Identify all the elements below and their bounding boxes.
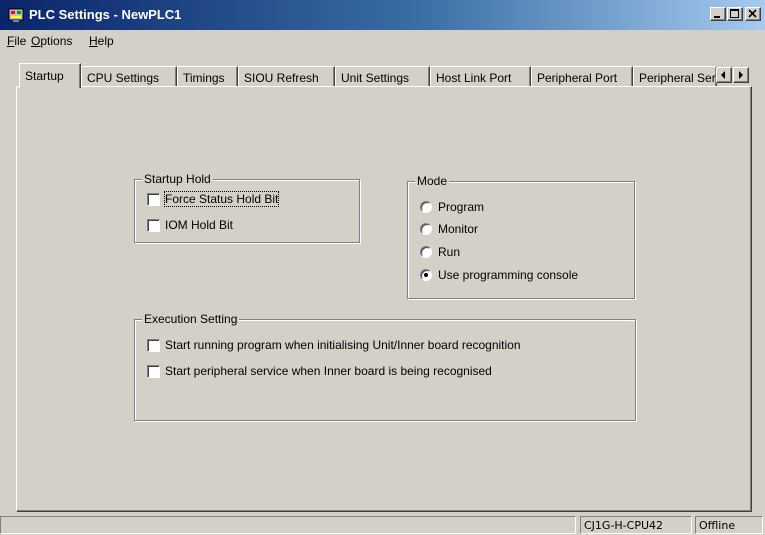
menu-file-label: ile: [14, 34, 27, 48]
radio-circle[interactable]: [420, 246, 432, 258]
tab-label: Host Link Port: [436, 71, 512, 85]
checkbox-box[interactable]: [147, 219, 160, 232]
minimize-icon: [714, 16, 720, 18]
device-type-status: CJ1G-H-CPU42: [580, 516, 692, 534]
radio-circle[interactable]: [420, 269, 432, 281]
tab-label: Peripheral Port: [537, 71, 618, 85]
tab-peripheral-service[interactable]: Peripheral Service: [633, 66, 717, 87]
arrow-right-icon: [739, 71, 743, 79]
window-title: PLC Settings - NewPLC1: [29, 7, 182, 22]
menu-options-mnemonic: O: [31, 34, 41, 48]
status-pane-message: [0, 516, 576, 534]
mode-program-label: Program: [438, 200, 485, 214]
tab-label: SIOU Refresh: [244, 71, 319, 85]
plc-settings-icon: [8, 8, 24, 22]
startup-hold-title: Startup Hold: [142, 172, 213, 186]
tab-label: CPU Settings: [87, 71, 160, 85]
menu-options[interactable]: Options: [31, 34, 72, 48]
mode-group: Mode Program Monitor Run Use programming…: [407, 174, 635, 299]
minimize-button[interactable]: [710, 7, 726, 21]
tab-label: Timings: [183, 71, 225, 85]
tab-timings[interactable]: Timings: [177, 66, 238, 87]
startup-tab-panel: [16, 86, 752, 512]
start-running-program-label: Start running program when initialising …: [165, 338, 521, 352]
menu-options-label: ptions: [40, 34, 73, 48]
close-button[interactable]: [745, 7, 761, 21]
menu-bar: File Options Help: [0, 30, 765, 52]
tab-label: Startup: [25, 69, 64, 83]
arrow-left-icon: [721, 71, 725, 79]
tab-cpu-settings[interactable]: CPU Settings: [81, 66, 177, 87]
tab-unit-settings[interactable]: Unit Settings: [335, 66, 430, 87]
checkbox-box[interactable]: [147, 193, 160, 206]
force-status-hold-bit-label: Force Status Hold Bit: [163, 191, 280, 207]
maximize-button[interactable]: [727, 7, 743, 21]
close-icon: [748, 9, 757, 18]
title-bar: PLC Settings - NewPLC1: [0, 0, 765, 30]
checkbox-box[interactable]: [147, 365, 160, 378]
tab-peripheral-port[interactable]: Peripheral Port: [531, 66, 633, 87]
menu-help[interactable]: Help: [89, 34, 114, 48]
checkbox-box[interactable]: [147, 339, 160, 352]
mode-title: Mode: [415, 174, 450, 188]
menu-file[interactable]: File: [7, 34, 26, 48]
mode-use-programming-console-label: Use programming console: [438, 268, 579, 282]
radio-circle[interactable]: [420, 201, 432, 213]
execution-setting-title: Execution Setting: [142, 312, 240, 326]
tab-host-link-port[interactable]: Host Link Port: [430, 66, 531, 87]
tab-scroll-left-button[interactable]: [716, 67, 732, 83]
iom-hold-bit-label: IOM Hold Bit: [165, 218, 234, 232]
maximize-icon: [730, 9, 739, 18]
tab-scroll-right-button[interactable]: [733, 67, 749, 83]
tab-siou-refresh[interactable]: SIOU Refresh: [238, 66, 335, 87]
radio-circle[interactable]: [420, 223, 432, 235]
menu-help-label: elp: [97, 34, 114, 48]
mode-run-label: Run: [438, 245, 461, 259]
tab-startup[interactable]: Startup: [19, 63, 81, 88]
mode-monitor-label: Monitor: [438, 222, 479, 236]
menu-help-mnemonic: H: [89, 34, 98, 48]
status-bar: CJ1G-H-CPU42 Offline: [0, 514, 765, 535]
start-peripheral-service-label: Start peripheral service when Inner boar…: [165, 364, 492, 378]
tab-label: Peripheral Service: [639, 71, 716, 85]
tab-label: Unit Settings: [341, 71, 410, 85]
startup-hold-group: Startup Hold Force Status Hold Bit IOM H…: [134, 172, 360, 243]
connection-status: Offline: [695, 516, 763, 534]
execution-setting-group: Execution Setting Start running program …: [134, 312, 636, 421]
